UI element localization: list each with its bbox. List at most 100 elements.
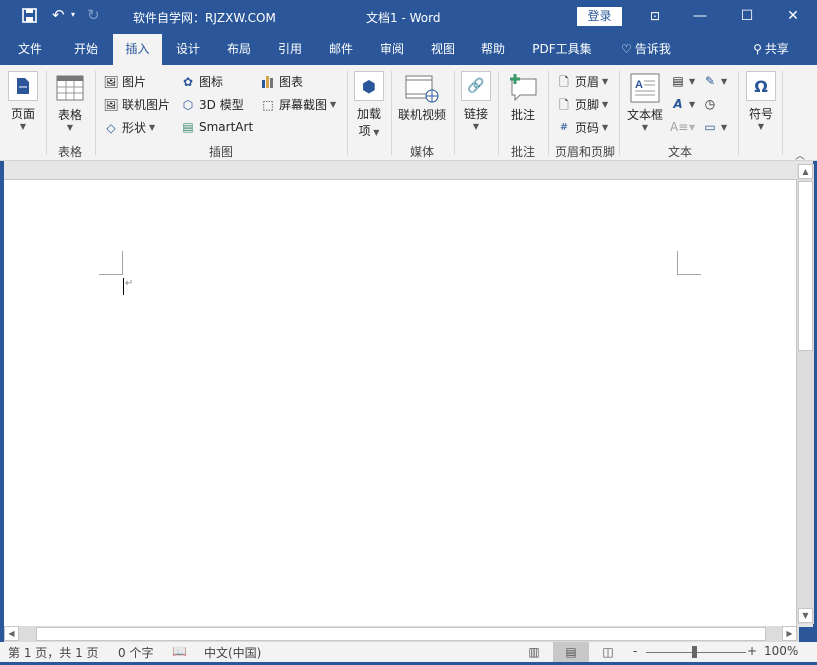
- ribbon-display-options-icon[interactable]: ⊡: [640, 5, 670, 27]
- scroll-right-icon[interactable]: ▶: [782, 626, 797, 641]
- tab-insert[interactable]: 插入: [113, 34, 162, 65]
- language[interactable]: 中文(中国): [204, 644, 261, 661]
- addins-icon: ⬢: [354, 71, 384, 101]
- qat-label: 软件自学网：RJZXW.COM: [133, 11, 276, 25]
- chevron-down-icon: ▼: [66, 123, 74, 132]
- chevron-down-icon: ▼: [472, 122, 480, 131]
- tab-design[interactable]: 设计: [166, 34, 210, 65]
- signature-icon: ✎: [704, 74, 716, 88]
- textbox-button[interactable]: A 文本框 ▼: [624, 73, 666, 132]
- group-divider: [391, 71, 392, 155]
- tab-home[interactable]: 开始: [64, 34, 108, 65]
- screenshot-button[interactable]: ⬚ 屏幕截图 ▼: [260, 96, 336, 113]
- tab-pdf-tools[interactable]: PDF工具集: [526, 34, 598, 65]
- new-comment-button[interactable]: 批注: [504, 73, 542, 123]
- object-button[interactable]: ▭ ▼: [702, 119, 727, 135]
- group-divider: [347, 71, 348, 155]
- wordart-button[interactable]: A ▼: [670, 96, 695, 112]
- document-title: 文档1 - Word: [366, 11, 441, 25]
- group-divider: [738, 71, 739, 155]
- word-count[interactable]: 0 个字: [118, 644, 153, 661]
- group-divider: [782, 71, 783, 155]
- vertical-scrollbar[interactable]: ▲ ▼: [797, 164, 814, 624]
- login-button[interactable]: 登录: [577, 7, 622, 26]
- group-label-illustrations: 插图: [208, 145, 233, 159]
- share-label: 共享: [764, 42, 789, 56]
- smartart-icon: ▤: [182, 120, 194, 134]
- print-layout-icon[interactable]: ▤: [553, 642, 589, 662]
- online-pictures-button[interactable]: 🖼 联机图片: [103, 96, 170, 113]
- zoom-out-button[interactable]: -: [633, 644, 637, 658]
- quick-parts-button[interactable]: ▤ ▼: [670, 73, 695, 89]
- 3d-models-button[interactable]: ⬡ 3D 模型: [180, 96, 244, 113]
- scroll-up-icon[interactable]: ▲: [798, 164, 813, 179]
- pages-button[interactable]: 页面 ▼: [6, 71, 40, 131]
- horizontal-scroll-thumb[interactable]: [36, 627, 766, 641]
- shapes-button[interactable]: ◇ 形状 ▼: [103, 119, 155, 136]
- page-number-button[interactable]: # 页码 ▼: [556, 119, 608, 136]
- tab-mailings[interactable]: 邮件: [319, 34, 363, 65]
- tab-file[interactable]: 文件: [8, 34, 52, 65]
- group-divider: [46, 71, 47, 155]
- minimize-icon[interactable]: —: [685, 5, 715, 27]
- pictures-button[interactable]: 🖼 图片: [103, 73, 146, 90]
- text-cursor: [123, 278, 124, 295]
- tell-me-search[interactable]: ♡ 告诉我: [614, 34, 678, 65]
- chevron-down-icon: ▼: [19, 122, 27, 131]
- tab-layout[interactable]: 布局: [217, 34, 261, 65]
- date-time-icon: ◷: [704, 97, 716, 111]
- undo-icon[interactable]: ↶: [52, 6, 65, 24]
- signature-line-button[interactable]: ✎ ▼: [702, 73, 727, 89]
- tab-help[interactable]: 帮助: [471, 34, 515, 65]
- chart-button[interactable]: 图表: [260, 73, 303, 90]
- table-button[interactable]: 表格 ▼: [52, 75, 88, 132]
- icons-button[interactable]: ✿ 图标: [180, 73, 223, 90]
- tab-references[interactable]: 引用: [268, 34, 312, 65]
- tab-view[interactable]: 视图: [421, 34, 465, 65]
- save-icon[interactable]: [22, 8, 37, 27]
- group-divider: [498, 71, 499, 155]
- group-divider: [454, 71, 455, 155]
- vertical-scroll-thumb[interactable]: [798, 181, 813, 351]
- online-video-button[interactable]: 联机视频: [396, 75, 448, 123]
- close-icon[interactable]: ✕: [778, 5, 808, 27]
- page-info[interactable]: 第 1 页，共 1 页: [8, 644, 99, 661]
- document-page[interactable]: ↵: [4, 179, 797, 627]
- zoom-level[interactable]: 100%: [764, 644, 798, 658]
- proofing-icon[interactable]: 📖: [172, 644, 187, 658]
- date-time-button[interactable]: ◷: [702, 96, 718, 112]
- maximize-icon[interactable]: ☐: [732, 5, 762, 27]
- footer-button[interactable]: 🗋 页脚 ▼: [556, 96, 608, 113]
- margin-corner-top-right: [677, 251, 701, 275]
- page-number-icon: #: [559, 121, 569, 133]
- chevron-down-icon: ▼: [757, 122, 765, 131]
- read-mode-icon[interactable]: ▥: [516, 642, 552, 662]
- ribbon: 页面 ▼ 表格 ▼ 表格 🖼 图片 🖼 联机图片 ◇ 形状 ▼ ✿ 图标 ⬡ 3D 模型 ▤…: [0, 65, 817, 162]
- header-button[interactable]: 🗋 页眉 ▼: [556, 73, 608, 90]
- symbol-button[interactable]: Ω 符号 ▼: [744, 71, 778, 131]
- collapse-ribbon-icon[interactable]: ︿: [795, 147, 805, 162]
- group-divider: [619, 71, 620, 155]
- horizontal-scrollbar[interactable]: ◀ ▶: [4, 626, 799, 642]
- undo-dropdown-icon[interactable]: ▾: [71, 10, 75, 19]
- header-icon: 🗋: [559, 74, 569, 89]
- paragraph-mark-icon: ↵: [125, 278, 134, 289]
- links-button[interactable]: 🔗 链接 ▼: [459, 71, 493, 131]
- zoom-slider-thumb[interactable]: [692, 646, 697, 658]
- chevron-down-icon: ▼: [602, 77, 609, 86]
- scroll-left-icon[interactable]: ◀: [4, 626, 19, 641]
- addins-button[interactable]: ⬢ 加载 项 ▼: [353, 71, 385, 139]
- web-layout-icon[interactable]: ◫: [590, 642, 626, 662]
- zoom-in-button[interactable]: +: [747, 644, 757, 658]
- chevron-down-icon: ▼: [721, 76, 728, 86]
- chevron-down-icon: ▼: [370, 128, 380, 137]
- tab-review[interactable]: 审阅: [370, 34, 414, 65]
- chevron-down-icon: ▼: [330, 100, 337, 109]
- icons-icon: ✿: [182, 74, 194, 89]
- footer-icon: 🗋: [559, 97, 569, 112]
- scroll-down-icon[interactable]: ▼: [798, 608, 813, 623]
- smartart-button[interactable]: ▤ SmartArt: [180, 119, 253, 135]
- group-label-text: 文本: [667, 145, 692, 159]
- group-label-media: 媒体: [409, 145, 434, 159]
- share-button[interactable]: ⚲ 共享: [744, 34, 798, 65]
